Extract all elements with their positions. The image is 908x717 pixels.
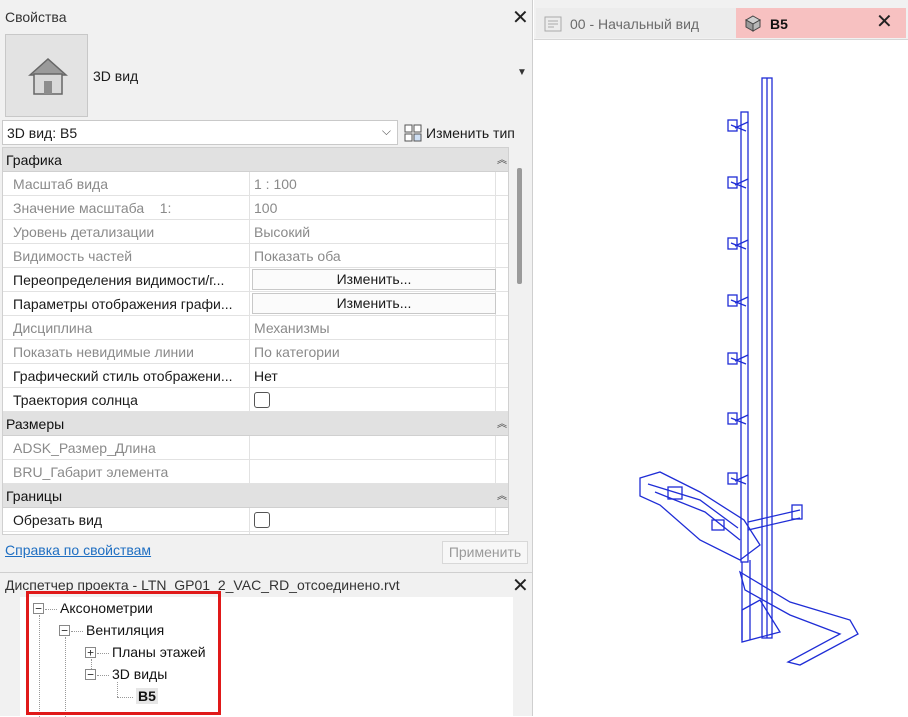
- group-dimensions-label: Размеры: [6, 416, 65, 432]
- row-hidden-lines-name: Показать невидимые линии: [13, 344, 194, 360]
- edit-type-icon: [404, 124, 422, 141]
- tab-start-view[interactable]: 00 - Начальный вид: [536, 8, 736, 38]
- row-scale-value-name: Значение масштаба 1:: [13, 200, 172, 216]
- apply-button[interactable]: Применить: [442, 541, 528, 564]
- collapse-icon[interactable]: ︽: [497, 151, 507, 166]
- view-canvas-3d[interactable]: [534, 40, 908, 716]
- type-preview[interactable]: [5, 34, 88, 117]
- cube-icon: [744, 15, 762, 32]
- row-crop-view[interactable]: Обрезать вид: [3, 508, 508, 532]
- row-discipline[interactable]: Дисциплина Механизмы: [3, 316, 508, 340]
- close-icon[interactable]: ✕: [512, 8, 529, 28]
- type-name: 3D вид: [93, 68, 139, 84]
- sun-path-checkbox[interactable]: [254, 392, 270, 408]
- row-scale-name: Масштаб вида: [13, 176, 108, 192]
- partial-checkbox[interactable]: [254, 534, 270, 535]
- vg-overrides-edit-button[interactable]: Изменить...: [252, 269, 496, 290]
- group-dimensions[interactable]: Размеры ︽: [3, 412, 508, 436]
- view-selector[interactable]: 3D вид: В5 ⌵: [2, 120, 398, 145]
- row-discipline-name: Дисциплина: [13, 320, 93, 336]
- properties-title: Свойства: [5, 9, 67, 25]
- row-graphic-style-value: Нет: [254, 368, 278, 384]
- duct-fitting: [667, 486, 683, 500]
- properties-help-link[interactable]: Справка по свойствам: [5, 542, 151, 558]
- view-selector-value: 3D вид: В5: [7, 125, 78, 141]
- duct-detail: [647, 483, 741, 541]
- row-vg-overrides-name: Переопределения видимости/г...: [13, 272, 225, 288]
- row-partial: [3, 532, 508, 535]
- group-graphics[interactable]: Графика ︽: [3, 148, 508, 172]
- highlight-box: [26, 591, 221, 715]
- row-graphic-display-name: Параметры отображения графи...: [13, 296, 233, 312]
- group-graphics-label: Графика: [6, 152, 62, 168]
- house-icon: [28, 57, 68, 95]
- duct-run: [639, 471, 761, 561]
- collapse-icon[interactable]: ︽: [497, 487, 507, 502]
- close-icon[interactable]: ✕: [876, 12, 893, 32]
- group-extents[interactable]: Границы ︽: [3, 484, 508, 508]
- row-adsk-length[interactable]: ADSK_Размер_Длина: [3, 436, 508, 460]
- row-parts-visibility[interactable]: Видимость частей Показать оба: [3, 244, 508, 268]
- row-parts-visibility-value: Показать оба: [254, 248, 341, 264]
- properties-panel: Свойства ✕ 3D вид ▼ 3D вид: В5 ⌵ Изменит…: [0, 0, 533, 572]
- row-detail-level-value: Высокий: [254, 224, 311, 240]
- graphic-display-edit-button[interactable]: Изменить...: [252, 293, 496, 314]
- row-graphic-display[interactable]: Параметры отображения графи... Изменить.…: [3, 292, 508, 316]
- row-sun-path[interactable]: Траектория солнца: [3, 388, 508, 412]
- row-sun-path-name: Траектория солнца: [13, 392, 138, 408]
- row-vg-overrides[interactable]: Переопределения видимости/г... Изменить.…: [3, 268, 508, 292]
- row-crop-view-name: Обрезать вид: [13, 512, 103, 528]
- bottom-loop: [738, 570, 859, 666]
- collapse-icon[interactable]: ︽: [497, 415, 507, 430]
- row-scale-value-value: 100: [254, 200, 278, 216]
- row-graphic-style-name: Графический стиль отображени...: [13, 368, 233, 384]
- edit-type-label: Изменить тип: [426, 124, 515, 141]
- row-scale-value: 1 : 100: [254, 176, 297, 192]
- row-parts-visibility-name: Видимость частей: [13, 248, 133, 264]
- row-scale[interactable]: Масштаб вида 1 : 100: [3, 172, 508, 196]
- row-hidden-lines-value: По категории: [254, 344, 340, 360]
- tab-start-view-label: 00 - Начальный вид: [570, 16, 700, 32]
- type-dropdown-arrow[interactable]: ▼: [517, 67, 527, 78]
- close-icon[interactable]: ✕: [512, 576, 529, 596]
- properties-scrollbar[interactable]: [517, 168, 522, 284]
- group-extents-label: Границы: [6, 488, 62, 504]
- row-bru-size-name: BRU_Габарит элемента: [13, 464, 169, 480]
- chevron-down-icon: ⌵: [381, 124, 391, 138]
- tab-b5-label: В5: [770, 16, 788, 32]
- start-view-icon: [544, 16, 562, 32]
- row-graphic-style[interactable]: Графический стиль отображени... Нет: [3, 364, 508, 388]
- row-adsk-length-name: ADSK_Размер_Длина: [13, 440, 156, 456]
- row-detail-level[interactable]: Уровень детализации Высокий: [3, 220, 508, 244]
- properties-grid: Графика ︽ Масштаб вида 1 : 100 Значение …: [2, 147, 509, 535]
- crop-view-checkbox[interactable]: [254, 512, 270, 528]
- row-scale-value[interactable]: Значение масштаба 1: 100: [3, 196, 508, 220]
- tab-b5[interactable]: В5 ✕: [736, 8, 906, 38]
- pipework-model: [639, 77, 859, 666]
- row-discipline-value: Механизмы: [254, 320, 330, 336]
- row-detail-level-name: Уровень детализации: [13, 224, 155, 240]
- edit-type-button[interactable]: Изменить тип: [404, 120, 515, 145]
- row-hidden-lines[interactable]: Показать невидимые линии По категории: [3, 340, 508, 364]
- row-bru-size[interactable]: BRU_Габарит элемента: [3, 460, 508, 484]
